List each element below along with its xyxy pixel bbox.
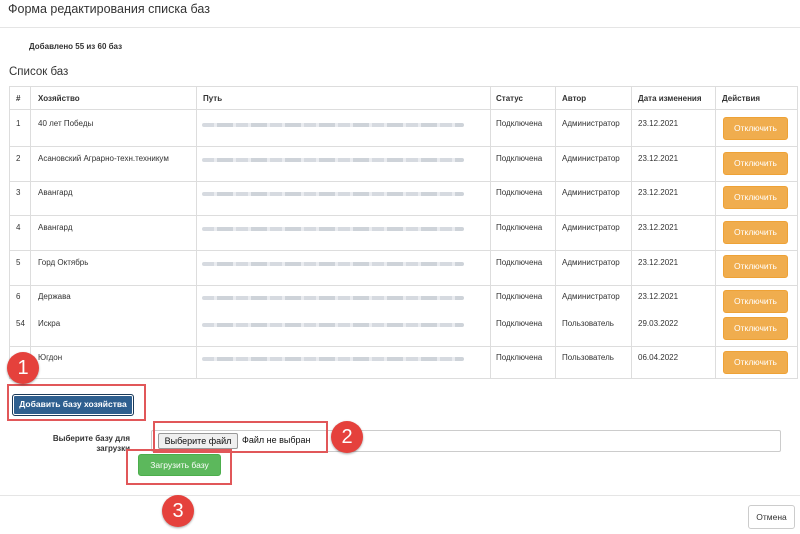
- row-number: 2: [16, 154, 21, 163]
- disconnect-button[interactable]: Отключить: [723, 186, 788, 209]
- disconnect-button[interactable]: Отключить: [723, 317, 788, 340]
- date-text: 23.12.2021: [638, 223, 679, 232]
- status-text: Подключена: [496, 353, 543, 362]
- databases-table: # Хозяйство Путь Статус Автор Дата измен…: [9, 86, 798, 379]
- farm-name: Авангард: [38, 223, 73, 232]
- status-text: Подключена: [496, 188, 543, 197]
- author-text: Пользователь: [562, 319, 614, 328]
- blurred-path: [202, 323, 464, 327]
- annotation-badge-3: 3: [162, 495, 194, 527]
- disconnect-button[interactable]: Отключить: [723, 290, 788, 313]
- blurred-path: [202, 192, 464, 196]
- col-divider: [631, 87, 632, 378]
- status-text: Подключена: [496, 319, 543, 328]
- footer-divider: [0, 495, 800, 496]
- column-header-path: Путь: [203, 94, 223, 103]
- status-text: Подключена: [496, 258, 543, 267]
- date-text: 23.12.2021: [638, 258, 679, 267]
- disconnect-button[interactable]: Отключить: [723, 117, 788, 140]
- row-number: 3: [16, 188, 21, 197]
- disconnect-button[interactable]: Отключить: [723, 221, 788, 244]
- column-header-num: #: [16, 94, 21, 103]
- list-title: Список баз: [9, 66, 69, 78]
- row-divider: [10, 346, 797, 347]
- row-divider: [10, 285, 797, 286]
- blurred-path: [202, 296, 464, 300]
- status-text: Подключена: [496, 119, 543, 128]
- modal-title: Форма редактирования списка баз: [8, 2, 210, 16]
- farm-name: Искра: [38, 319, 61, 328]
- column-header-farm: Хозяйство: [38, 94, 80, 103]
- blurred-path: [202, 357, 464, 361]
- col-divider: [196, 87, 197, 378]
- upload-base-button[interactable]: Загрузить базу: [138, 454, 221, 476]
- add-farm-base-button[interactable]: Добавить базу хозяйства: [12, 394, 134, 416]
- author-text: Администратор: [562, 188, 620, 197]
- column-header-status: Статус: [496, 94, 523, 103]
- author-text: Администратор: [562, 223, 620, 232]
- row-number: 6: [16, 292, 21, 301]
- row-divider: [10, 181, 797, 182]
- row-number: 4: [16, 223, 21, 232]
- date-text: 23.12.2021: [638, 119, 679, 128]
- col-divider: [715, 87, 716, 378]
- annotation-badge-1: 1: [7, 352, 39, 384]
- column-header-date: Дата изменения: [638, 94, 702, 103]
- status-text: Подключена: [496, 223, 543, 232]
- row-divider: [10, 109, 797, 110]
- row-divider: [10, 146, 797, 147]
- row-number: 5: [16, 258, 21, 267]
- disconnect-button[interactable]: Отключить: [723, 255, 788, 278]
- farm-name: Горд Октябрь: [38, 258, 89, 267]
- choose-base-label: Выберите базу для загрузки: [52, 434, 130, 453]
- row-divider: [10, 250, 797, 251]
- farm-name: 40 лет Победы: [38, 119, 94, 128]
- date-text: 23.12.2021: [638, 292, 679, 301]
- col-divider: [30, 87, 31, 378]
- column-header-author: Автор: [562, 94, 587, 103]
- blurred-path: [202, 227, 464, 231]
- column-header-actions: Действия: [722, 94, 761, 103]
- author-text: Администратор: [562, 154, 620, 163]
- cancel-button[interactable]: Отмена: [748, 505, 795, 529]
- status-text: Подключена: [496, 154, 543, 163]
- author-text: Администратор: [562, 292, 620, 301]
- row-divider: [10, 215, 797, 216]
- date-text: 06.04.2022: [638, 353, 679, 362]
- farm-name: Югдон: [38, 353, 63, 362]
- blurred-path: [202, 262, 464, 266]
- farm-name: Держава: [38, 292, 71, 301]
- status-text: Подключена: [496, 292, 543, 301]
- row-number: 1: [16, 119, 21, 128]
- farm-name: Асановский Аграрно-техн.техникум: [38, 154, 169, 163]
- header-divider: [0, 27, 800, 28]
- date-text: 23.12.2021: [638, 154, 679, 163]
- date-text: 23.12.2021: [638, 188, 679, 197]
- date-text: 29.03.2022: [638, 319, 679, 328]
- farm-name: Авангард: [38, 188, 73, 197]
- author-text: Администратор: [562, 119, 620, 128]
- disconnect-button[interactable]: Отключить: [723, 152, 788, 175]
- author-text: Администратор: [562, 258, 620, 267]
- row-number: 54: [16, 319, 25, 328]
- blurred-path: [202, 158, 464, 162]
- added-count-info: Добавлено 55 из 60 баз: [29, 42, 123, 51]
- author-text: Пользователь: [562, 353, 614, 362]
- annotation-badge-2: 2: [331, 421, 363, 453]
- blurred-path: [202, 123, 464, 127]
- col-divider: [555, 87, 556, 378]
- col-divider: [490, 87, 491, 378]
- disconnect-button[interactable]: Отключить: [723, 351, 788, 374]
